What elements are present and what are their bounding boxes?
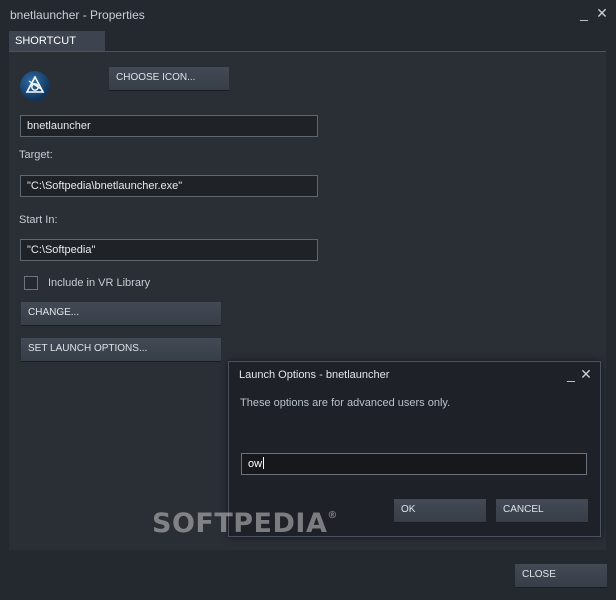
title-bar: bnetlauncher - Properties _ ✕ (0, 0, 616, 30)
cancel-button[interactable]: CANCEL (496, 499, 588, 522)
start-in-input[interactable]: "C:\Softpedia" (20, 239, 318, 261)
tab-shortcut[interactable]: SHORTCUT (9, 31, 105, 52)
minimize-button[interactable]: _ (576, 4, 592, 22)
change-button[interactable]: CHANGE... (21, 302, 221, 325)
close-button[interactable]: CLOSE (515, 564, 607, 587)
dialog-minimize-button[interactable]: _ (563, 365, 579, 383)
game-app-icon (20, 71, 50, 101)
dialog-title: Launch Options - bnetlauncher (239, 369, 390, 381)
start-in-label: Start In: (19, 214, 58, 226)
target-label: Target: (19, 149, 53, 161)
window-title: bnetlauncher - Properties (10, 8, 145, 22)
vr-library-label: Include in VR Library (48, 277, 151, 289)
set-launch-options-button[interactable]: SET LAUNCH OPTIONS... (21, 338, 221, 361)
text-caret (263, 457, 265, 469)
softpedia-watermark: SOFTPEDIA® (152, 508, 338, 539)
close-window-button[interactable]: ✕ (594, 4, 610, 22)
dialog-close-button[interactable]: ✕ (578, 365, 594, 383)
vr-library-checkbox[interactable] (24, 276, 38, 290)
target-input[interactable]: "C:\Softpedia\bnetlauncher.exe" (20, 175, 318, 197)
shortcut-name-input[interactable]: bnetlauncher (20, 115, 318, 137)
registered-mark: ® (327, 510, 338, 521)
choose-icon-button[interactable]: CHOOSE ICON... (109, 67, 229, 90)
app-logo-icon (25, 76, 45, 93)
ok-button[interactable]: OK (394, 499, 486, 522)
launch-options-value: ow (248, 458, 263, 470)
launch-options-input[interactable]: ow (241, 453, 587, 475)
dialog-message: These options are for advanced users onl… (240, 397, 451, 409)
watermark-text: SOFTPEDIA (152, 508, 328, 539)
